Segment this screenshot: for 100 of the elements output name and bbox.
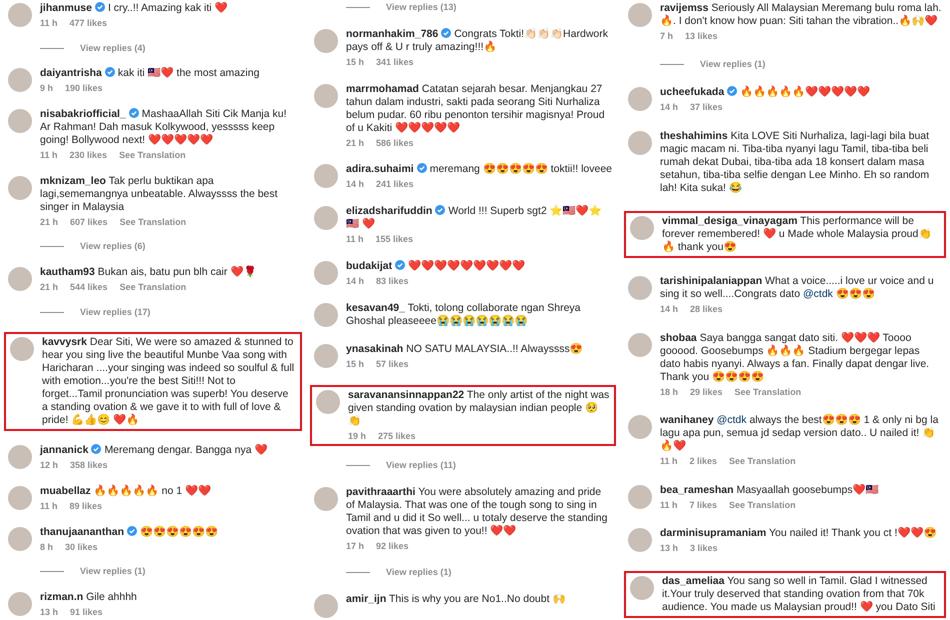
see-translation-link[interactable]: See Translation [729, 456, 796, 468]
username-link[interactable]: rizman.n [40, 590, 84, 603]
avatar[interactable] [8, 592, 32, 616]
like-count[interactable]: 83 likes [376, 276, 409, 288]
like-count[interactable]: 29 likes [690, 386, 723, 398]
avatar[interactable] [630, 576, 654, 600]
avatar[interactable] [314, 261, 338, 286]
like-count[interactable]: 37 likes [690, 102, 723, 114]
username-link[interactable]: kesavan49_ [346, 302, 405, 314]
like-count[interactable]: 275 likes [378, 430, 416, 442]
username-link[interactable]: kavvysrk [42, 336, 87, 348]
view-replies-button[interactable]: View replies (17) [80, 306, 150, 318]
avatar[interactable] [314, 302, 338, 327]
like-count[interactable]: 341 likes [376, 56, 414, 68]
username-link[interactable]: ravijemss [660, 2, 708, 14]
avatar[interactable] [314, 344, 338, 368]
like-count[interactable]: 3 likes [690, 543, 718, 554]
view-replies-button[interactable]: View replies (11) [386, 460, 456, 472]
view-replies-button[interactable]: View replies (1) [700, 58, 766, 70]
avatar[interactable] [8, 176, 32, 200]
avatar[interactable] [630, 216, 654, 240]
avatar[interactable] [314, 594, 338, 618]
avatar[interactable] [8, 526, 32, 551]
username-link[interactable]: amir_ijn [346, 592, 386, 605]
username-link[interactable]: jihanmuse [40, 2, 92, 14]
username-link[interactable]: jannanick [40, 444, 88, 456]
avatar[interactable] [8, 68, 32, 92]
avatar[interactable] [628, 276, 652, 300]
like-count[interactable]: 155 likes [376, 234, 414, 246]
avatar[interactable] [314, 164, 338, 188]
avatar[interactable] [628, 130, 652, 155]
like-count[interactable]: 2 likes [690, 456, 718, 468]
see-translation-link[interactable]: See Translation [734, 386, 802, 398]
like-count[interactable]: 190 likes [65, 83, 103, 94]
like-count[interactable]: 607 likes [70, 216, 108, 228]
mention-link[interactable]: @ctdk [803, 288, 833, 300]
mention-link[interactable]: @ctdk [716, 414, 747, 426]
avatar[interactable] [10, 336, 34, 360]
see-translation-link[interactable]: See Translation [120, 282, 186, 294]
username-link[interactable]: normanhakim_786 [346, 28, 438, 40]
view-replies-button[interactable]: View replies (1) [386, 567, 452, 578]
avatar[interactable] [8, 267, 32, 292]
like-count[interactable]: 28 likes [690, 304, 723, 315]
username-link[interactable]: marrmohamad [346, 82, 419, 95]
username-link[interactable]: elizadsharifuddin [346, 205, 432, 218]
username-link[interactable]: daiyantrisha [40, 67, 102, 80]
username-link[interactable]: adira.suhaimi [346, 163, 414, 176]
username-link[interactable]: kautham93 [40, 266, 95, 278]
username-link[interactable]: vimmal_desiga_vinayagam [662, 215, 798, 228]
avatar[interactable] [314, 206, 338, 230]
username-link[interactable]: shobaa [660, 332, 697, 344]
like-count[interactable]: 30 likes [65, 542, 98, 553]
username-link[interactable]: mknizam_leo [40, 174, 106, 187]
username-link[interactable]: theshahimins [660, 130, 728, 142]
avatar[interactable] [628, 484, 652, 509]
see-translation-link[interactable]: See Translation [729, 500, 796, 511]
username-link[interactable]: nisabakriofficial_ [40, 108, 126, 120]
username-link[interactable]: saravanansinnappan22 [348, 388, 464, 401]
username-link[interactable]: darminisupramaniam [660, 527, 766, 540]
avatar[interactable] [314, 28, 338, 53]
like-count[interactable]: 89 likes [70, 500, 102, 512]
like-count[interactable]: 544 likes [70, 282, 108, 294]
like-count[interactable]: 477 likes [70, 18, 108, 29]
avatar[interactable] [628, 415, 652, 440]
like-count[interactable]: 57 likes [376, 358, 409, 370]
username-link[interactable]: ynasakinah [346, 342, 404, 355]
like-count[interactable]: 241 likes [376, 179, 414, 190]
view-replies-button[interactable]: View replies (13) [386, 2, 456, 13]
username-link[interactable]: ucheefukada [660, 86, 724, 98]
avatar[interactable] [314, 84, 338, 108]
avatar[interactable] [628, 87, 652, 112]
username-link[interactable]: bea_rameshan [660, 484, 734, 496]
avatar[interactable] [316, 390, 340, 414]
view-replies-button[interactable]: View replies (6) [80, 241, 146, 252]
username-link[interactable]: budakijat [346, 260, 392, 272]
like-count[interactable]: 230 likes [70, 150, 108, 162]
username-link[interactable]: pavithraaarthi [346, 486, 416, 498]
like-count[interactable]: 358 likes [70, 460, 108, 472]
avatar[interactable] [8, 486, 32, 510]
username-link[interactable]: tarishinipalaniappan [660, 274, 762, 287]
avatar[interactable] [8, 109, 32, 134]
username-link[interactable]: muabellaz [40, 484, 91, 497]
avatar[interactable] [628, 3, 652, 27]
like-count[interactable]: 586 likes [376, 138, 414, 149]
see-translation-link[interactable]: See Translation [120, 216, 186, 228]
avatar[interactable] [314, 487, 338, 512]
like-count[interactable]: 7 likes [690, 500, 718, 511]
like-count[interactable]: 92 likes [376, 541, 409, 552]
like-count[interactable]: 91 likes [70, 606, 103, 618]
username-link[interactable]: thanujaananthan [40, 526, 124, 538]
avatar[interactable] [8, 445, 32, 470]
avatar[interactable] [8, 3, 32, 27]
username-link[interactable]: das_ameliaa [662, 574, 724, 587]
avatar[interactable] [628, 332, 652, 357]
view-replies-button[interactable]: View replies (4) [80, 42, 146, 54]
avatar[interactable] [628, 528, 652, 552]
see-translation-link[interactable]: See Translation [119, 150, 186, 162]
like-count[interactable]: 13 likes [685, 31, 718, 42]
view-replies-button[interactable]: View replies (1) [80, 566, 146, 578]
username-link[interactable]: wanihaney [660, 414, 714, 426]
